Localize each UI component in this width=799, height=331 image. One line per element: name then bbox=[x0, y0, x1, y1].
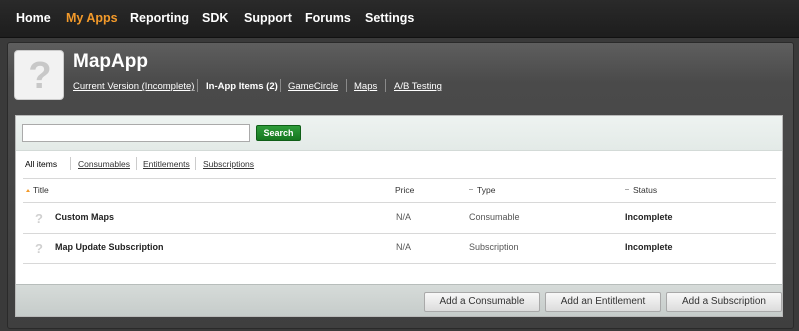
filter-divider bbox=[136, 157, 137, 170]
question-mark-icon: ? bbox=[35, 211, 43, 226]
table-row[interactable]: ? Map Update Subscription N/A Subscripti… bbox=[23, 234, 776, 264]
subnav-divider bbox=[280, 79, 281, 92]
filter-divider bbox=[70, 157, 71, 170]
app-title: MapApp bbox=[73, 51, 148, 72]
table-row[interactable]: ? Custom Maps N/A Consumable Incomplete bbox=[23, 204, 776, 234]
nav-my-apps[interactable]: My Apps bbox=[66, 11, 118, 25]
search-button[interactable]: Search bbox=[256, 125, 301, 141]
item-price: N/A bbox=[396, 212, 412, 222]
filter-divider bbox=[195, 157, 196, 170]
nav-reporting[interactable]: Reporting bbox=[130, 11, 189, 25]
nav-sdk[interactable]: SDK bbox=[202, 11, 228, 25]
action-footer: Add a Consumable Add an Entitlement Add … bbox=[16, 284, 782, 316]
subnav-divider bbox=[346, 79, 347, 92]
table-header-divider bbox=[23, 178, 776, 179]
nav-support[interactable]: Support bbox=[244, 11, 292, 25]
nav-settings[interactable]: Settings bbox=[365, 11, 414, 25]
add-entitlement-button[interactable]: Add an Entitlement bbox=[545, 292, 661, 312]
search-bar: Search bbox=[16, 116, 782, 151]
filter-all-items[interactable]: All items bbox=[25, 159, 57, 169]
add-subscription-button[interactable]: Add a Subscription bbox=[666, 292, 782, 312]
tab-gamecircle[interactable]: GameCircle bbox=[288, 81, 338, 92]
item-title[interactable]: Custom Maps bbox=[55, 212, 114, 222]
sort-ascending-icon bbox=[26, 189, 30, 192]
question-mark-icon: ? bbox=[35, 241, 43, 256]
item-status: Incomplete bbox=[625, 212, 673, 222]
top-nav-bar: Home My Apps Reporting SDK Support Forum… bbox=[0, 0, 799, 38]
app-icon: ? bbox=[14, 50, 64, 100]
item-type: Consumable bbox=[469, 212, 520, 222]
item-type: Subscription bbox=[469, 242, 519, 252]
tab-ab-testing[interactable]: A/B Testing bbox=[394, 81, 442, 92]
tab-in-app-items[interactable]: In-App Items (2) bbox=[206, 81, 278, 92]
search-input[interactable] bbox=[22, 124, 250, 142]
in-app-items-card: Search All items Consumables Entitlement… bbox=[15, 115, 783, 317]
column-header-type[interactable]: Type bbox=[469, 185, 495, 195]
filter-consumables[interactable]: Consumables bbox=[78, 159, 130, 169]
row-divider bbox=[23, 263, 776, 264]
filter-entitlements[interactable]: Entitlements bbox=[143, 159, 190, 169]
nav-forums[interactable]: Forums bbox=[305, 11, 351, 25]
column-header-price[interactable]: Price bbox=[395, 185, 414, 195]
nav-home[interactable]: Home bbox=[16, 11, 51, 25]
subnav-divider bbox=[197, 79, 198, 92]
question-mark-icon: ? bbox=[28, 55, 52, 97]
tab-current-version[interactable]: Current Version (Incomplete) bbox=[73, 81, 194, 92]
table-header-divider bbox=[23, 202, 776, 203]
add-consumable-button[interactable]: Add a Consumable bbox=[424, 292, 540, 312]
column-header-status[interactable]: Status bbox=[625, 185, 657, 195]
item-price: N/A bbox=[396, 242, 412, 252]
sort-indicator-icon bbox=[469, 189, 473, 190]
subnav-divider bbox=[385, 79, 386, 92]
filter-subscriptions[interactable]: Subscriptions bbox=[203, 159, 254, 169]
tab-maps[interactable]: Maps bbox=[354, 81, 377, 92]
sort-indicator-icon bbox=[625, 189, 629, 190]
item-title[interactable]: Map Update Subscription bbox=[55, 242, 164, 252]
column-header-title[interactable]: Title bbox=[26, 185, 49, 195]
item-status: Incomplete bbox=[625, 242, 673, 252]
